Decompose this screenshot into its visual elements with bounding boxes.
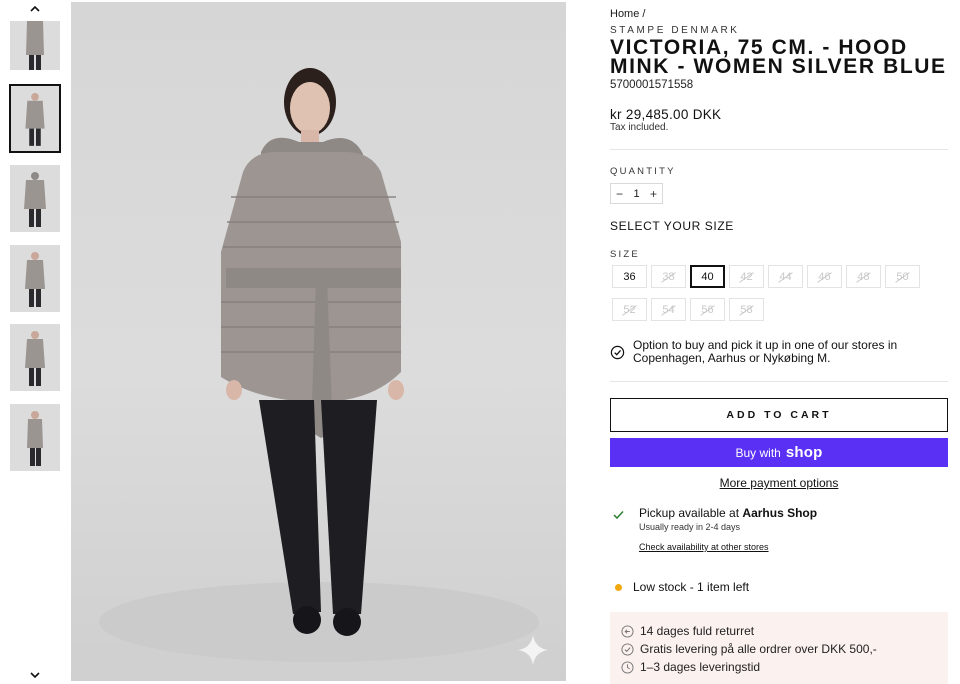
- stock-status: Low stock - 1 item left: [610, 580, 749, 594]
- main-product-image[interactable]: [71, 2, 566, 681]
- coat-thumbnail-image: [11, 86, 59, 151]
- vendor-name: STAMPE DENMARK: [610, 25, 740, 36]
- perk-text: 1–3 dages leveringstid: [640, 660, 761, 674]
- select-size-heading: SELECT YOUR SIZE: [610, 219, 734, 233]
- pickup-status: Pickup available at Aarhus Shop: [639, 506, 817, 520]
- tax-note: Tax included.: [610, 122, 669, 133]
- check-icon: [613, 510, 624, 520]
- size-label: SIZE: [610, 249, 640, 260]
- breadcrumb[interactable]: Home /: [610, 8, 645, 20]
- store-pickup-text: Option to buy and pick it up in one of o…: [633, 338, 898, 365]
- shop-logo: shop: [785, 444, 823, 461]
- product-price: kr 29,485.00 DKK: [610, 107, 722, 122]
- size-option-46[interactable]: 46: [807, 265, 842, 288]
- product-sku: 5700001571558: [610, 79, 694, 91]
- thumbnails-next-button[interactable]: [25, 668, 45, 682]
- pickup-ready-time: Usually ready in 2-4 days: [639, 522, 741, 532]
- badge-check-icon: [610, 345, 625, 360]
- thumbnail-6[interactable]: [10, 404, 60, 471]
- coat-thumbnail-image: [10, 21, 60, 70]
- thumbnail-2[interactable]: [9, 84, 61, 153]
- size-option-52[interactable]: 52: [612, 298, 647, 321]
- chevron-up-icon: [30, 5, 40, 12]
- model-in-mink-coat-image: [99, 68, 539, 662]
- quantity-label: QUANTITY: [610, 166, 676, 177]
- thumbnail-1[interactable]: [10, 21, 60, 70]
- perks-box: 14 dages fuld returret Gratis levering p…: [610, 612, 948, 684]
- thumbnail-3[interactable]: [10, 165, 60, 232]
- thumbnail-5[interactable]: [10, 324, 60, 391]
- divider: [610, 149, 948, 150]
- buy-with-label: Buy with: [735, 445, 781, 460]
- quantity-increase-button[interactable]: +: [650, 187, 657, 201]
- store-pickup-option: Option to buy and pick it up in one of o…: [610, 339, 948, 365]
- return-icon: [621, 624, 634, 638]
- size-option-54[interactable]: 54: [651, 298, 686, 321]
- size-option-36[interactable]: 36: [612, 265, 647, 288]
- check-availability-link[interactable]: Check availability at other stores: [639, 542, 769, 552]
- product-title: VICTORIA, 75 CM. - HOOD MINK - WOMEN SIL…: [610, 36, 947, 78]
- divider: [610, 381, 948, 382]
- quantity-stepper: − 1 +: [610, 183, 663, 204]
- pickup-prefix: Pickup available at: [639, 506, 740, 520]
- perk-text: 14 dages fuld returret: [640, 624, 755, 638]
- low-stock-dot-icon: [615, 583, 622, 591]
- size-option-48[interactable]: 48: [846, 265, 881, 288]
- size-option-58[interactable]: 58: [729, 298, 764, 321]
- quantity-value[interactable]: 1: [633, 188, 639, 200]
- coat-thumbnail-image: [10, 324, 60, 391]
- thumbnail-gallery: [0, 0, 70, 684]
- clock-icon: [621, 660, 634, 674]
- coat-thumbnail-image: [10, 404, 60, 471]
- size-option-44[interactable]: 44: [768, 265, 803, 288]
- sparkle-icon: [518, 635, 548, 665]
- add-to-cart-button[interactable]: ADD TO CART: [610, 398, 948, 432]
- coat-thumbnail-image: [10, 245, 60, 312]
- thumbnails-prev-button[interactable]: [25, 2, 45, 16]
- check-circle-icon: [621, 642, 634, 656]
- size-option-40[interactable]: 40: [690, 265, 725, 288]
- quantity-decrease-button[interactable]: −: [616, 187, 623, 201]
- perk-item: Gratis levering på alle ordrer over DKK …: [621, 640, 948, 658]
- more-payment-options-link[interactable]: More payment options: [610, 476, 948, 490]
- size-option-56[interactable]: 56: [690, 298, 725, 321]
- buy-with-shop-button[interactable]: Buy with shop: [610, 438, 948, 467]
- size-option-38[interactable]: 38: [651, 265, 686, 288]
- chevron-down-icon: [30, 672, 40, 679]
- stock-text: Low stock - 1 item left: [633, 580, 750, 594]
- perk-text: Gratis levering på alle ordrer over DKK …: [640, 642, 877, 656]
- size-option-50[interactable]: 50: [885, 265, 920, 288]
- perk-item: 14 dages fuld returret: [621, 622, 948, 640]
- coat-thumbnail-image: [10, 165, 60, 232]
- perk-item: 1–3 dages leveringstid: [621, 658, 948, 676]
- pickup-store: Aarhus Shop: [742, 506, 818, 520]
- size-option-42[interactable]: 42: [729, 265, 764, 288]
- thumbnail-4[interactable]: [10, 245, 60, 312]
